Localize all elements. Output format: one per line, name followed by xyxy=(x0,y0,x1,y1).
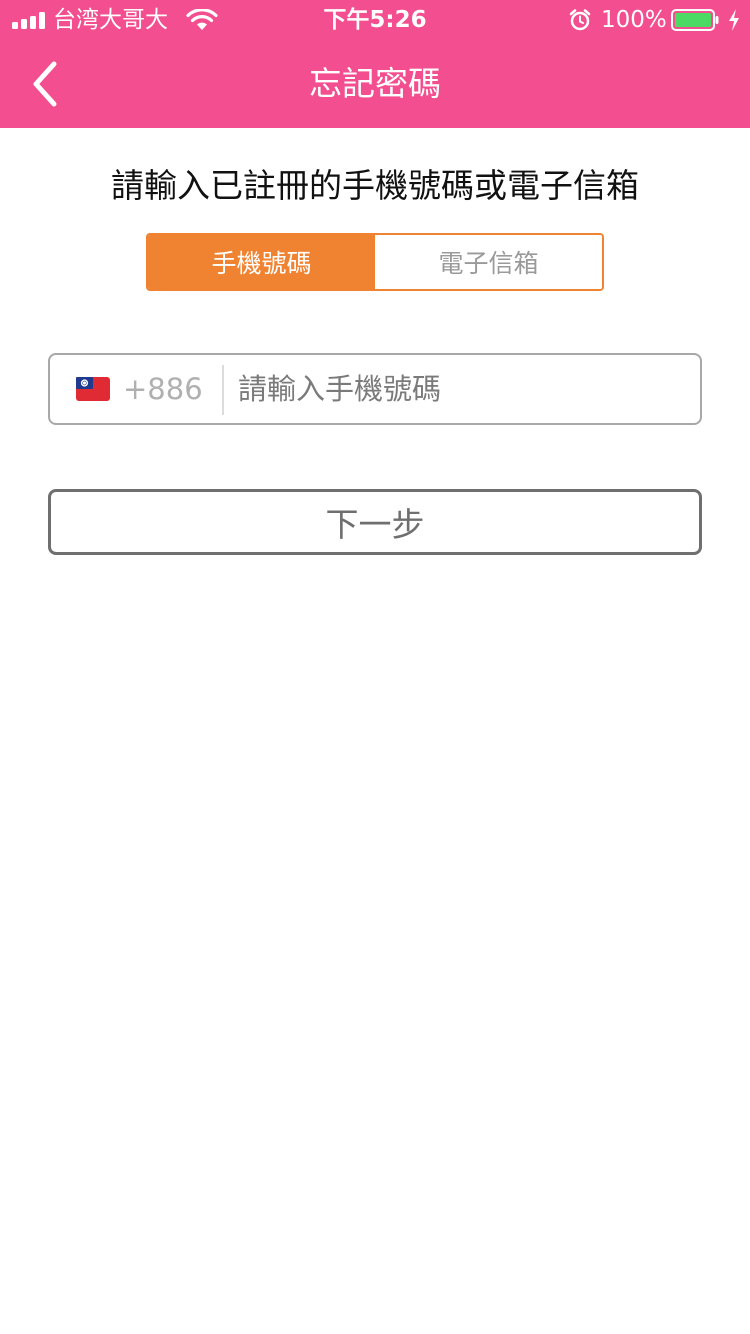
instruction-text: 請輸入已註冊的手機號碼或電子信箱 xyxy=(111,166,639,205)
charging-icon xyxy=(727,8,741,32)
taiwan-flag-icon xyxy=(76,377,110,401)
tab-phone[interactable]: 手機號碼 xyxy=(148,235,375,289)
field-divider xyxy=(222,365,224,415)
phone-number-field: +886 xyxy=(48,353,702,425)
navigation-bar: 忘記密碼 xyxy=(0,40,750,128)
next-button[interactable]: 下一步 xyxy=(48,489,702,555)
battery-icon xyxy=(671,9,719,31)
contact-method-tabs: 手機號碼 電子信箱 xyxy=(146,233,604,291)
page-title: 忘記密碼 xyxy=(309,64,441,103)
status-bar: 台湾大哥大 下午5:26 100% xyxy=(0,0,750,40)
country-code-selector[interactable]: +886 xyxy=(50,355,222,423)
country-code: +886 xyxy=(123,372,203,406)
header: 台湾大哥大 下午5:26 100% 忘記密碼 xyxy=(0,0,750,128)
chevron-left-icon xyxy=(33,61,57,107)
tab-email[interactable]: 電子信箱 xyxy=(375,235,602,289)
alarm-icon xyxy=(569,9,591,31)
phone-input[interactable] xyxy=(238,355,688,423)
battery-percent: 100% xyxy=(601,7,667,33)
back-button[interactable] xyxy=(18,54,78,114)
